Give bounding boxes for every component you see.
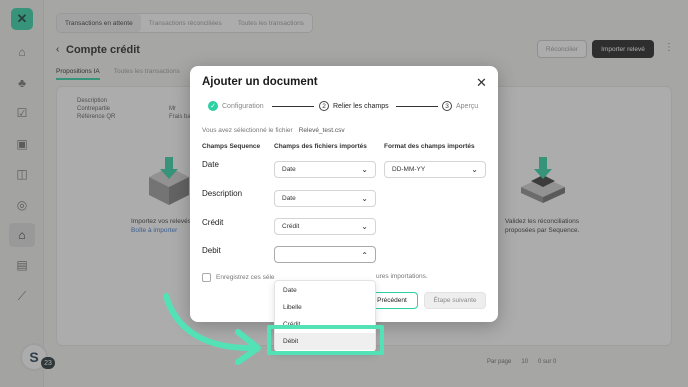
column-header-sequence: Champs Sequence (202, 143, 261, 150)
selected-file-name: Relevé_test.csv (298, 127, 345, 134)
step-preview: 3 Aperçu (442, 101, 478, 111)
credit-field-select[interactable]: Crédit ⌄ (274, 218, 376, 235)
step-label: Relier les champs (333, 102, 389, 110)
chevron-down-icon: ⌄ (361, 194, 368, 203)
modal-title: Ajouter un document (202, 76, 318, 88)
chevron-down-icon: ⌄ (471, 165, 478, 174)
step-label: Configuration (222, 102, 264, 110)
chevron-down-icon: ⌄ (361, 165, 368, 174)
step-divider (272, 106, 314, 107)
row-label-debit: Debit (202, 246, 221, 255)
checkbox-label-suffix: ures importations. (376, 273, 428, 280)
selected-file: Vous avez sélectionné le fichier Relevé_t… (202, 127, 345, 134)
debit-field-select[interactable]: ⌃ (274, 246, 376, 263)
pointer-arrow-icon (163, 293, 261, 365)
dropdown-option[interactable]: Libelle (275, 299, 375, 316)
checkbox-label: Enregistrez ces séle (216, 274, 275, 281)
save-selection-checkbox[interactable] (202, 273, 211, 282)
stepper: ✓ Configuration 2 Relier les champs 3 Ap… (208, 101, 478, 115)
column-header-format: Format des champs importés (384, 143, 475, 150)
selected-file-label: Vous avez sélectionné le fichier (202, 127, 293, 134)
description-field-select[interactable]: Date ⌄ (274, 190, 376, 207)
step-label: Aperçu (456, 102, 479, 110)
dropdown-option[interactable]: Date (275, 282, 375, 299)
select-value: DD-MM-YY (392, 166, 426, 173)
row-label-date: Date (202, 160, 219, 169)
row-label-description: Description (202, 189, 243, 198)
save-selection-row: Enregistrez ces séle (202, 273, 275, 282)
date-field-select[interactable]: Date ⌄ (274, 161, 376, 178)
highlight-box (267, 325, 384, 355)
step-number: 3 (442, 101, 452, 111)
step-link-fields: 2 Relier les champs (319, 101, 389, 111)
check-icon: ✓ (208, 101, 218, 111)
select-value: Date (282, 166, 296, 173)
close-icon[interactable]: ✕ (476, 75, 487, 91)
column-header-imported: Champs des fichiers importés (274, 143, 367, 150)
step-divider (396, 106, 438, 107)
next-step-button[interactable]: Étape suivante (424, 292, 486, 309)
step-configuration: ✓ Configuration (208, 101, 264, 111)
date-format-select[interactable]: DD-MM-YY ⌄ (384, 161, 486, 178)
row-label-credit: Crédit (202, 218, 224, 227)
select-value: Crédit (282, 223, 300, 230)
chevron-down-icon: ⌄ (361, 222, 368, 231)
step-number: 2 (319, 101, 329, 111)
select-value: Date (282, 195, 296, 202)
chevron-up-icon: ⌃ (361, 251, 368, 260)
